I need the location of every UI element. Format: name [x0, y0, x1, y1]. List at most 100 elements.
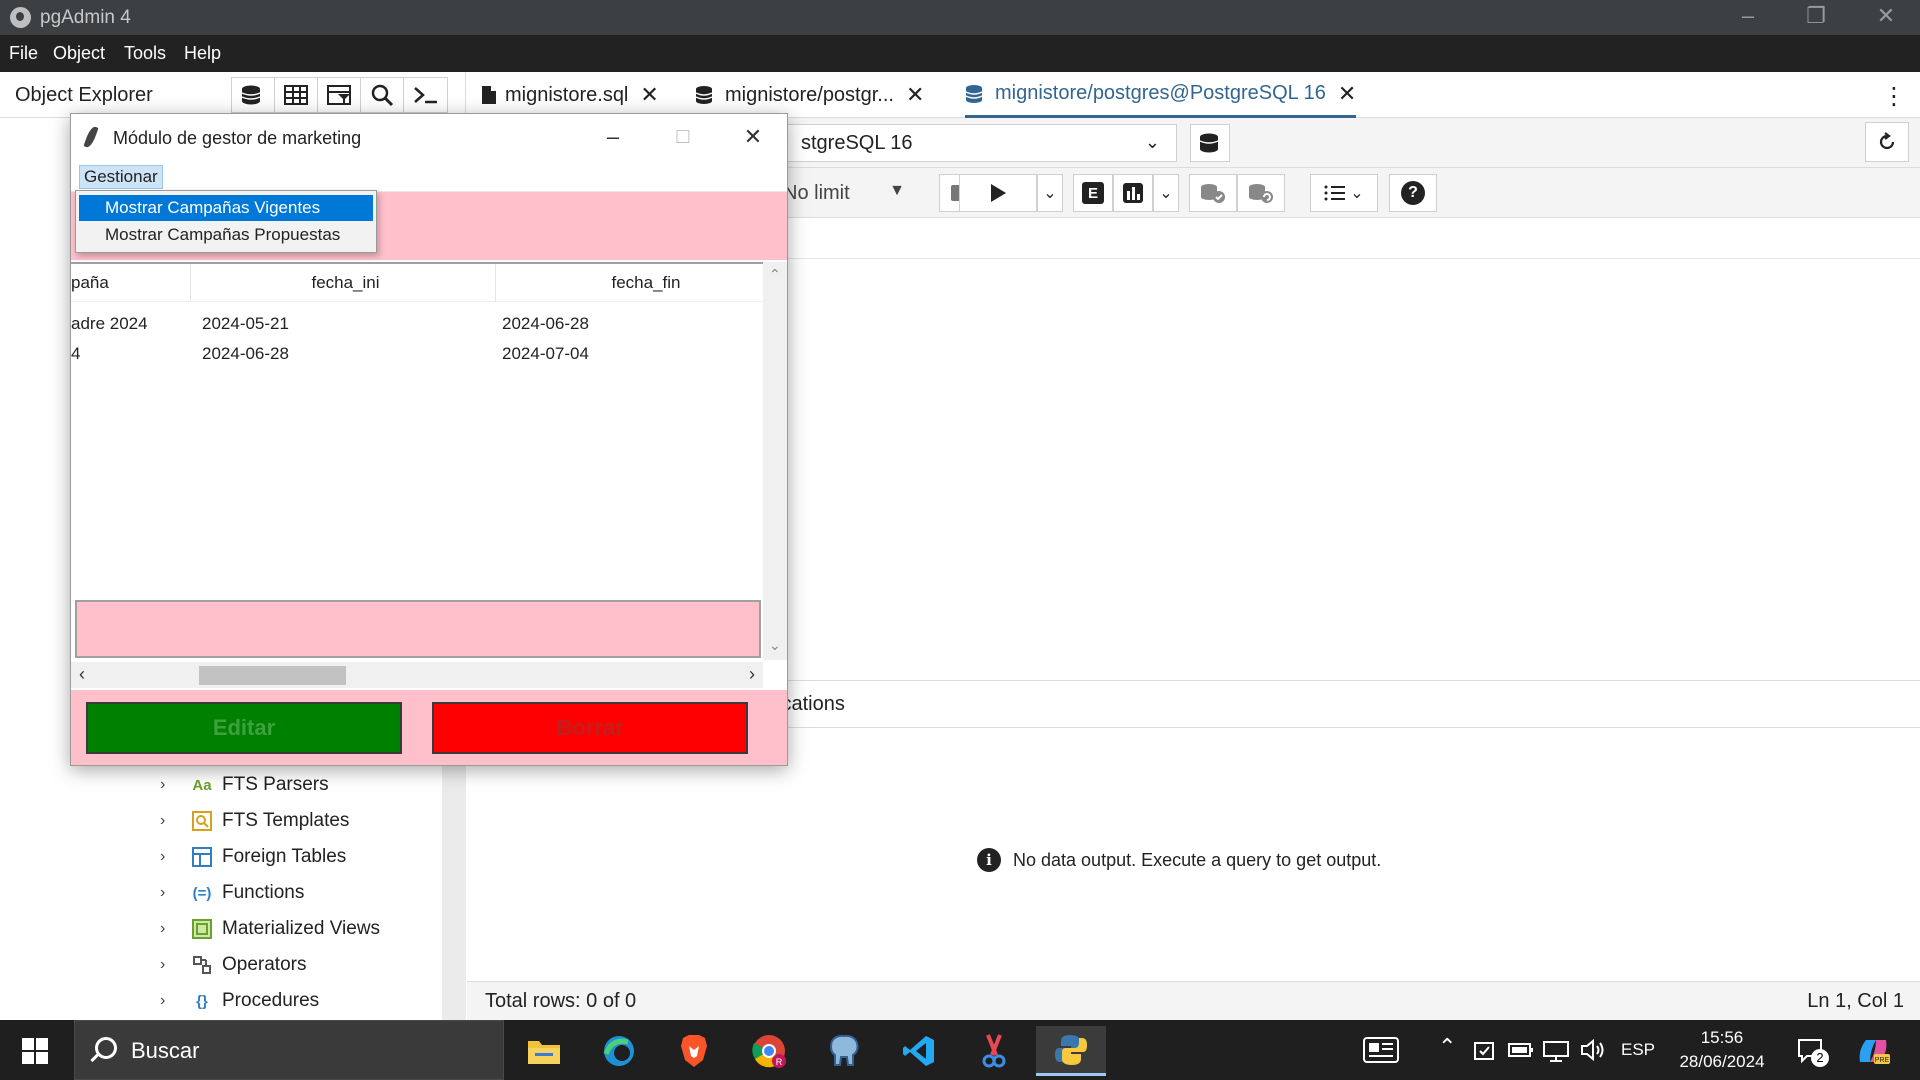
column-header[interactable]: paña	[71, 264, 191, 302]
scroll-down-icon[interactable]: ⌄	[769, 637, 781, 654]
tree-item-fts-templates[interactable]: › FTS Templates	[160, 804, 349, 838]
rollback-db-icon	[1249, 184, 1273, 203]
vscode-icon[interactable]	[889, 1026, 949, 1076]
defender-icon[interactable]	[1474, 1040, 1496, 1067]
chevron-right-icon[interactable]: ›	[160, 992, 178, 1010]
scroll-left-icon[interactable]: ‹	[79, 664, 85, 685]
clock[interactable]: 15:56 28/06/2024	[1672, 1026, 1772, 1074]
scrollbar-thumb[interactable]	[199, 666, 346, 685]
scroll-right-icon[interactable]: ›	[749, 664, 755, 685]
help-button[interactable]: ?	[1389, 174, 1437, 212]
notifications-icon[interactable]: 2	[1797, 1037, 1829, 1072]
execute-button[interactable]	[959, 174, 1037, 212]
close-tab-icon[interactable]: ✕	[1338, 81, 1356, 107]
table-cell[interactable]: 4	[71, 344, 80, 364]
copilot-icon[interactable]: PRE	[1856, 1036, 1890, 1071]
menu-option-current-campaigns[interactable]: Mostrar Campañas Vigentes	[79, 195, 373, 221]
edit-button[interactable]: Editar	[86, 702, 402, 754]
restore-button[interactable]: ❐	[1782, 0, 1850, 35]
connection-label: stgreSQL 16	[801, 131, 913, 154]
menu-object[interactable]: Object	[53, 43, 105, 64]
tree-item-materialized-views[interactable]: › Materialized Views	[160, 912, 380, 946]
tab-mignistore-sql[interactable]: mignistore.sql ✕	[481, 72, 659, 118]
chevron-right-icon[interactable]: ›	[160, 920, 178, 938]
filtered-rows-icon[interactable]	[318, 78, 361, 112]
connection-select[interactable]: stgreSQL 16 ⌄	[782, 124, 1177, 162]
refresh-button[interactable]	[1865, 122, 1909, 162]
tree-item-foreign-tables[interactable]: › Foreign Tables	[160, 840, 346, 874]
list-icon	[1324, 185, 1346, 201]
explain-options-dropdown[interactable]: ⌄	[1153, 174, 1179, 212]
rollback-button[interactable]	[1237, 174, 1285, 212]
tab-label: mignistore/postgres@PostgreSQL 16	[995, 82, 1326, 104]
scroll-up-icon[interactable]: ⌃	[769, 266, 781, 283]
column-header[interactable]: fecha_fin	[496, 264, 763, 302]
table-cell[interactable]: 2024-06-28	[202, 344, 289, 364]
search-objects-icon[interactable]	[361, 78, 404, 112]
tab-mignistore-postgres-1[interactable]: mignistore/postgr... ✕	[695, 72, 924, 118]
chevron-up-icon[interactable]: ⌃	[1438, 1034, 1456, 1060]
help-icon: ?	[1401, 181, 1425, 205]
menu-gestionar[interactable]: Gestionar	[79, 165, 163, 189]
search-placeholder: Buscar	[131, 1038, 200, 1063]
table-horizontal-scrollbar[interactable]: ‹ ›	[71, 662, 763, 688]
tab-mignistore-postgres-active[interactable]: mignistore/postgres@PostgreSQL 16 ✕	[965, 72, 1357, 118]
psql-terminal-icon[interactable]	[404, 78, 447, 112]
explain-analyze-button[interactable]	[1113, 174, 1153, 212]
network-icon[interactable]	[1543, 1040, 1569, 1067]
tree-item-operators[interactable]: › Operators	[160, 948, 306, 982]
dialog-maximize-button[interactable]: ☐	[663, 122, 703, 152]
taskbar-search[interactable]: Buscar	[74, 1020, 504, 1080]
table-cell[interactable]: adre 2024	[71, 314, 148, 334]
tree-item-procedures[interactable]: › {} Procedures	[160, 984, 319, 1018]
table-cell[interactable]: 2024-05-21	[202, 314, 289, 334]
close-tab-icon[interactable]: ✕	[640, 82, 658, 108]
no-data-text: No data output. Execute a query to get o…	[1013, 849, 1382, 870]
connection-db-button[interactable]	[1190, 124, 1230, 162]
delete-button[interactable]: Borrar	[432, 702, 748, 754]
edge-icon[interactable]	[589, 1026, 649, 1076]
execute-options-dropdown[interactable]: ⌄	[1037, 174, 1063, 212]
chrome-icon[interactable]: R	[739, 1026, 799, 1076]
view-data-grid-icon[interactable]	[275, 78, 318, 112]
chevron-right-icon[interactable]: ›	[160, 776, 178, 794]
volume-icon[interactable]	[1580, 1038, 1606, 1067]
tree-item-functions[interactable]: › (=) Functions	[160, 876, 304, 910]
python-icon[interactable]	[1036, 1026, 1106, 1076]
macros-button[interactable]: ⌄	[1310, 174, 1378, 212]
menu-help[interactable]: Help	[184, 43, 221, 64]
battery-icon[interactable]	[1508, 1042, 1534, 1063]
windows-logo-icon	[22, 1038, 34, 1050]
news-widget-icon[interactable]	[1363, 1037, 1399, 1068]
dialog-minimize-button[interactable]: –	[593, 122, 633, 152]
table-vertical-scrollbar[interactable]: ⌃ ⌄	[763, 262, 787, 660]
tree-item-fts-parsers[interactable]: › Aa FTS Parsers	[160, 768, 329, 802]
chevron-right-icon[interactable]: ›	[160, 812, 178, 830]
start-button[interactable]	[22, 1038, 48, 1064]
commit-button[interactable]	[1189, 174, 1237, 212]
more-options-icon[interactable]: ⋮	[1882, 82, 1906, 111]
chevron-right-icon[interactable]: ›	[160, 884, 178, 902]
menu-option-proposed-campaigns[interactable]: Mostrar Campañas Propuestas	[79, 222, 373, 248]
chevron-right-icon[interactable]: ›	[160, 956, 178, 974]
menu-file[interactable]: File	[9, 43, 38, 64]
chevron-right-icon[interactable]: ›	[160, 848, 178, 866]
minimize-button[interactable]: –	[1714, 0, 1782, 35]
dialog-close-button[interactable]: ✕	[733, 122, 773, 152]
table-cell[interactable]: 2024-07-04	[502, 344, 589, 364]
file-explorer-icon[interactable]	[514, 1026, 574, 1076]
query-tool-db-icon[interactable]	[232, 78, 275, 112]
column-header[interactable]: fecha_ini	[196, 264, 496, 302]
close-tab-icon[interactable]: ✕	[906, 82, 924, 108]
snipping-tool-icon[interactable]	[964, 1026, 1024, 1076]
menu-tools[interactable]: Tools	[124, 43, 166, 64]
brave-icon[interactable]	[664, 1026, 724, 1076]
table-cell[interactable]: 2024-06-28	[502, 314, 589, 334]
close-window-button[interactable]: ✕	[1852, 0, 1920, 35]
explain-button[interactable]: E	[1073, 174, 1113, 212]
pgadmin-elephant-icon[interactable]	[814, 1026, 874, 1076]
input-language[interactable]: ESP	[1621, 1040, 1655, 1060]
detail-entry-area[interactable]	[75, 600, 761, 658]
row-limit-select[interactable]: No limit ▼	[773, 174, 911, 212]
svg-text:R: R	[776, 1057, 783, 1067]
